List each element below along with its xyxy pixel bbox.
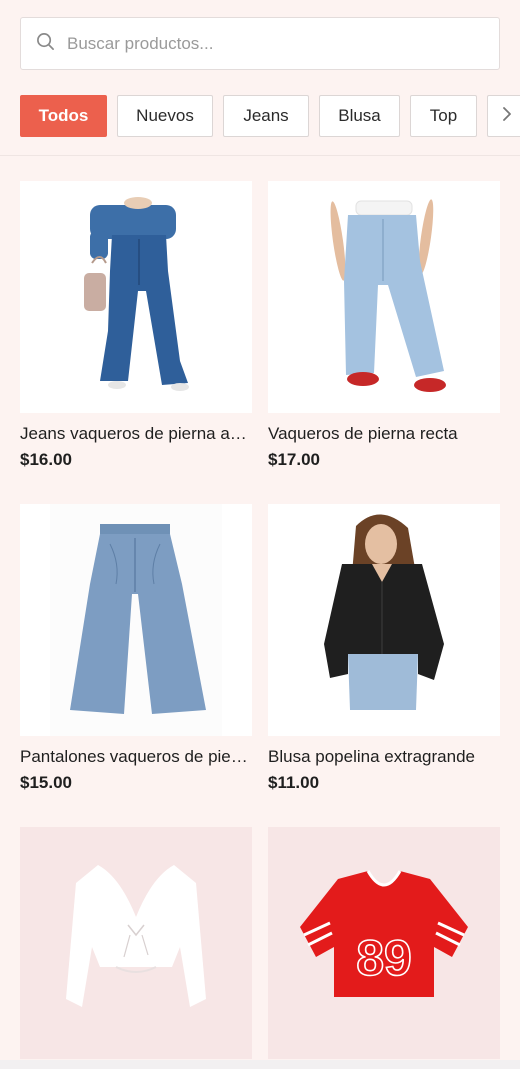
product-price: $16.00 [20,450,72,469]
product-card[interactable]: 89 [268,827,500,1059]
product-name[interactable]: Jeans vaqueros de pierna a… [20,423,252,445]
product-image[interactable] [268,181,500,413]
product-card[interactable]: Pantalones vaqueros de pie… $15.00 [20,504,252,794]
product-image[interactable] [20,181,252,413]
filter-chip-jeans[interactable]: Jeans [223,95,309,137]
product-card[interactable]: Jeans vaqueros de pierna a… $16.00 [20,181,252,471]
product-card[interactable]: Blusa popelina extragrande $11.00 [268,504,500,794]
product-price: $15.00 [20,773,72,792]
product-name[interactable]: Pantalones vaqueros de pie… [20,746,252,768]
product-name[interactable]: Vaqueros de pierna recta [268,423,500,445]
svg-text:89: 89 [356,930,412,986]
header-divider [0,155,520,156]
product-image[interactable]: 89 [268,827,500,1059]
filter-chip-blusa[interactable]: Blusa [319,95,400,137]
filter-chip-todos[interactable]: Todos [20,95,107,137]
product-price: $11.00 [268,773,320,792]
category-filter-bar: Todos Nuevos Jeans Blusa Top [0,95,520,138]
bottom-edge [0,1060,520,1069]
product-image[interactable] [20,504,252,736]
search-icon [36,32,55,56]
search-input[interactable] [67,33,467,54]
product-card[interactable] [20,827,252,1059]
search-bar[interactable] [20,17,500,70]
product-image[interactable] [268,504,500,736]
product-price: $17.00 [268,450,320,469]
product-name[interactable]: Blusa popelina extragrande [268,746,500,768]
product-card[interactable]: Vaqueros de pierna recta $17.00 [268,181,500,471]
filter-scroll-right-button[interactable] [487,95,520,137]
product-image[interactable] [20,827,252,1059]
chevron-right-icon [502,106,512,127]
filter-chip-nuevos[interactable]: Nuevos [117,95,213,137]
filter-chip-top[interactable]: Top [410,95,477,137]
